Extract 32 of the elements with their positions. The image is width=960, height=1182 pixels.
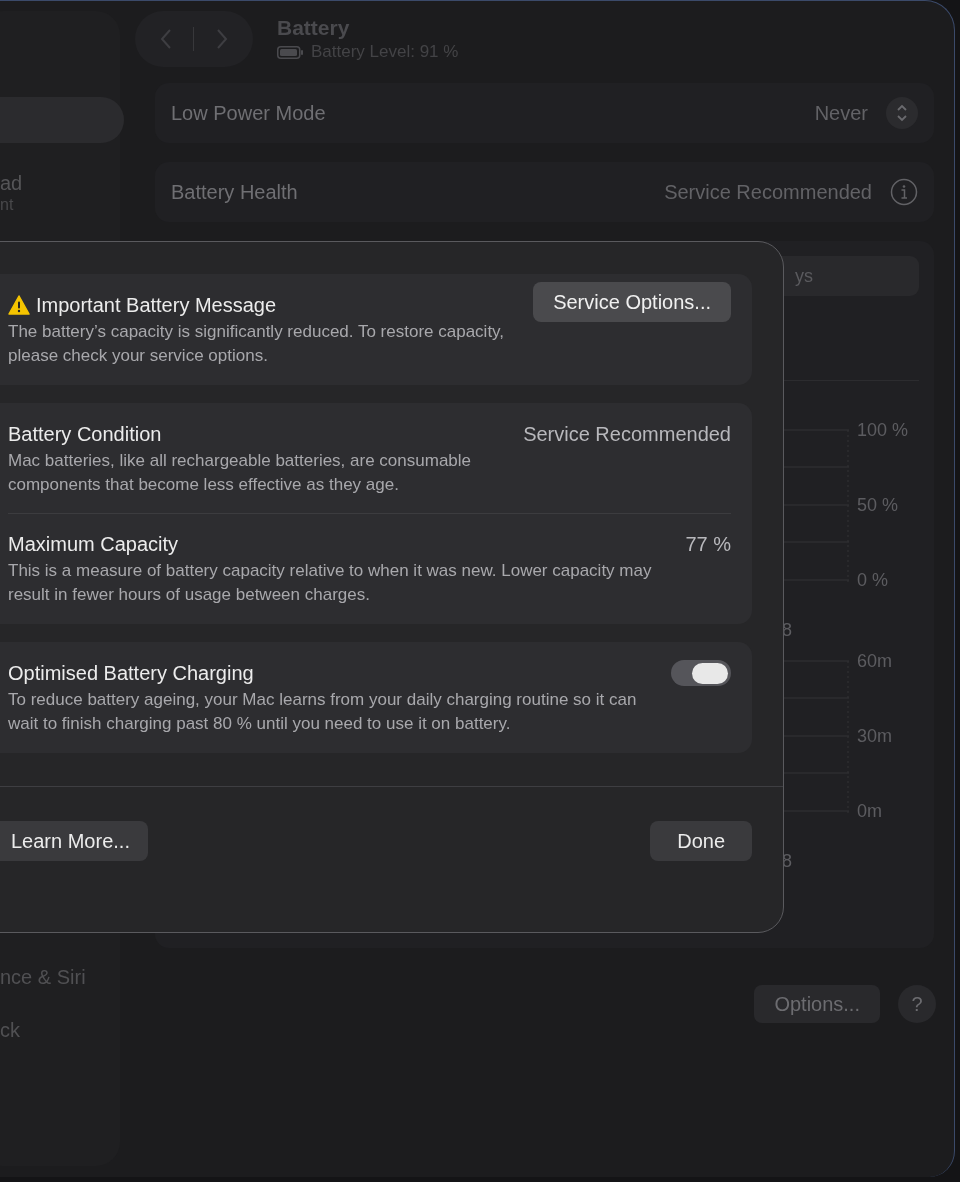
done-button[interactable]: Done bbox=[650, 821, 752, 861]
axis-label: 50 % bbox=[857, 495, 900, 515]
row-value: Service Recommended bbox=[523, 423, 731, 445]
setting-label: Battery Health bbox=[171, 180, 298, 205]
setting-value: Service Recommended bbox=[664, 180, 872, 205]
setting-label: Low Power Mode bbox=[171, 101, 326, 126]
row-description: This is a measure of battery capacity relative to when it was new. Lower capacity may result in fewer hours of usage between charges. bbox=[8, 560, 653, 606]
help-button[interactable]: ? bbox=[898, 985, 936, 1023]
warning-icon bbox=[8, 295, 30, 315]
setting-value: Never bbox=[814, 101, 868, 126]
row-title: Important Battery Message bbox=[36, 293, 277, 318]
info-icon[interactable] bbox=[890, 178, 918, 206]
row-title: Maximum Capacity bbox=[8, 532, 179, 557]
row-description: To reduce battery ageing, your Mac learns from your daily charging routine so it can wait to finish charging past 80 % until you need to use it on battery. bbox=[8, 689, 638, 735]
axis-label: 100 % bbox=[857, 420, 910, 440]
row-value: 77 % bbox=[685, 533, 731, 555]
row-title: Battery Condition bbox=[8, 422, 162, 447]
row-description: Mac batteries, like all rechargeable batteries, are consumable components that become less effective as they age. bbox=[8, 450, 473, 496]
options-button[interactable]: Options... bbox=[754, 985, 880, 1023]
axis-label: 60m bbox=[857, 651, 893, 671]
row-title: Optimised Battery Charging bbox=[8, 661, 254, 686]
axis-label: 30m bbox=[857, 726, 893, 746]
back-icon[interactable] bbox=[159, 28, 172, 50]
toggle-switch[interactable] bbox=[671, 660, 731, 686]
axis-label: 0m bbox=[857, 801, 883, 821]
battery-icon bbox=[277, 45, 304, 59]
stepper-icon[interactable] bbox=[886, 97, 918, 129]
axis-label: 0 % bbox=[857, 570, 890, 590]
row-description: The battery’s capacity is significantly reduced. To restore capacity, please check your service options. bbox=[8, 321, 506, 367]
learn-more-button[interactable]: Learn More... bbox=[0, 821, 148, 861]
forward-icon[interactable] bbox=[216, 28, 229, 50]
service-options-button[interactable]: Service Options... bbox=[533, 282, 731, 322]
